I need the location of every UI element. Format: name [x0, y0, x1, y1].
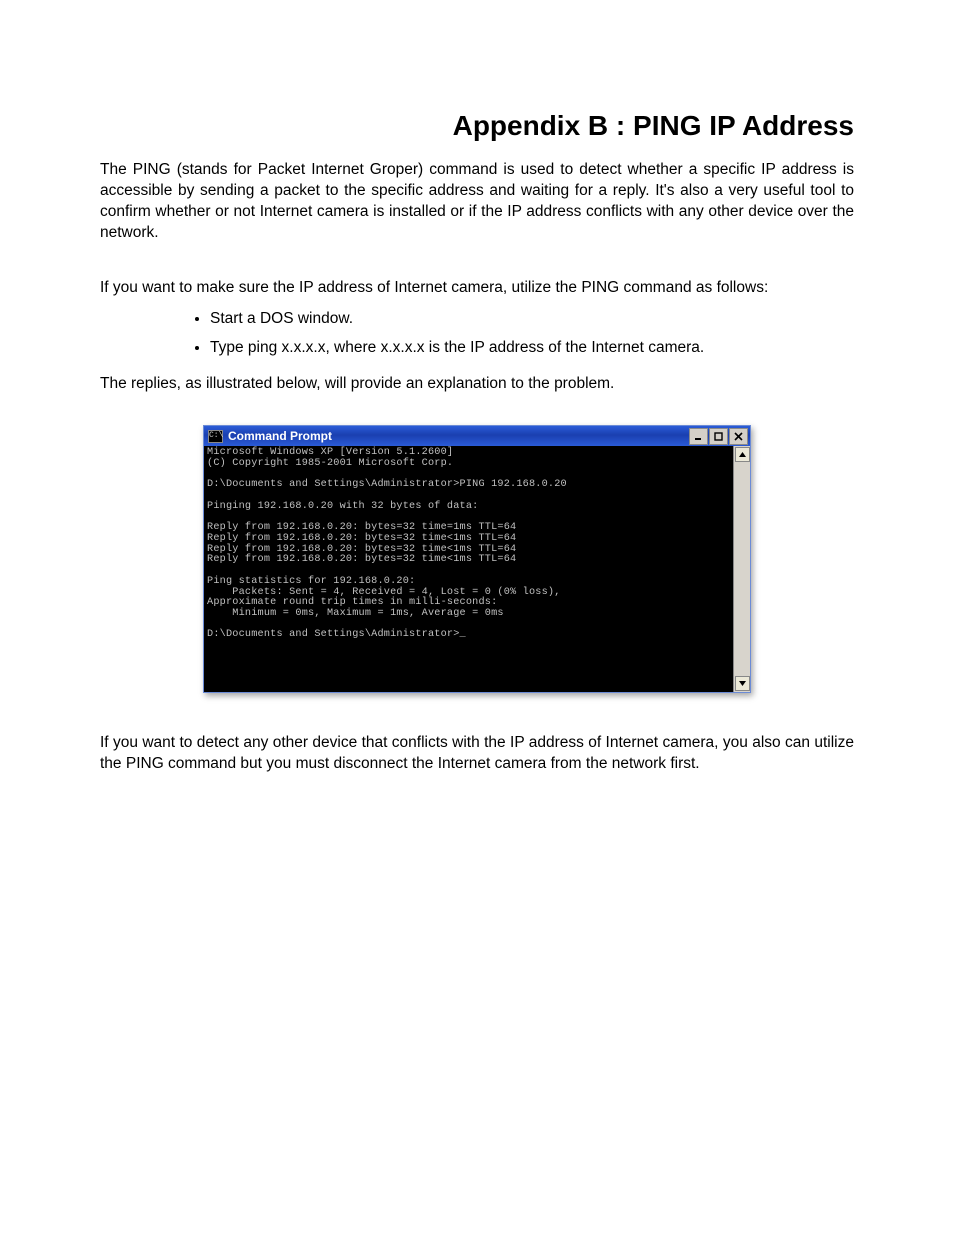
minimize-button[interactable]: [689, 428, 708, 445]
command-prompt-window: C:\ Command Prompt Microsoft Windows XP …: [203, 425, 751, 693]
command-prompt-icon: C:\: [208, 430, 223, 443]
instruction-list: Start a DOS window. Type ping x.x.x.x, w…: [100, 305, 854, 363]
window-body: Microsoft Windows XP [Version 5.1.2600] …: [204, 446, 750, 692]
paragraph-howto: If you want to make sure the IP address …: [100, 278, 854, 299]
window-titlebar: C:\ Command Prompt: [204, 426, 750, 446]
scroll-up-icon[interactable]: [735, 447, 750, 462]
paragraph-intro: The PING (stands for Packet Internet Gro…: [100, 160, 854, 244]
window-title: Command Prompt: [228, 429, 688, 443]
spacer: [100, 258, 854, 278]
paragraph-replies: The replies, as illustrated below, will …: [100, 374, 854, 395]
list-item: Start a DOS window.: [210, 305, 854, 334]
terminal-output: Microsoft Windows XP [Version 5.1.2600] …: [204, 446, 733, 692]
scroll-down-icon[interactable]: [735, 676, 750, 691]
page-title: Appendix B : PING IP Address: [100, 110, 854, 142]
close-button[interactable]: [729, 428, 748, 445]
screenshot-container: C:\ Command Prompt Microsoft Windows XP …: [100, 425, 854, 693]
document-page: Appendix B : PING IP Address The PING (s…: [0, 0, 954, 849]
paragraph-conflict: If you want to detect any other device t…: [100, 733, 854, 775]
scrollbar[interactable]: [733, 446, 750, 692]
list-item: Type ping x.x.x.x, where x.x.x.x is the …: [210, 334, 854, 363]
maximize-button[interactable]: [709, 428, 728, 445]
